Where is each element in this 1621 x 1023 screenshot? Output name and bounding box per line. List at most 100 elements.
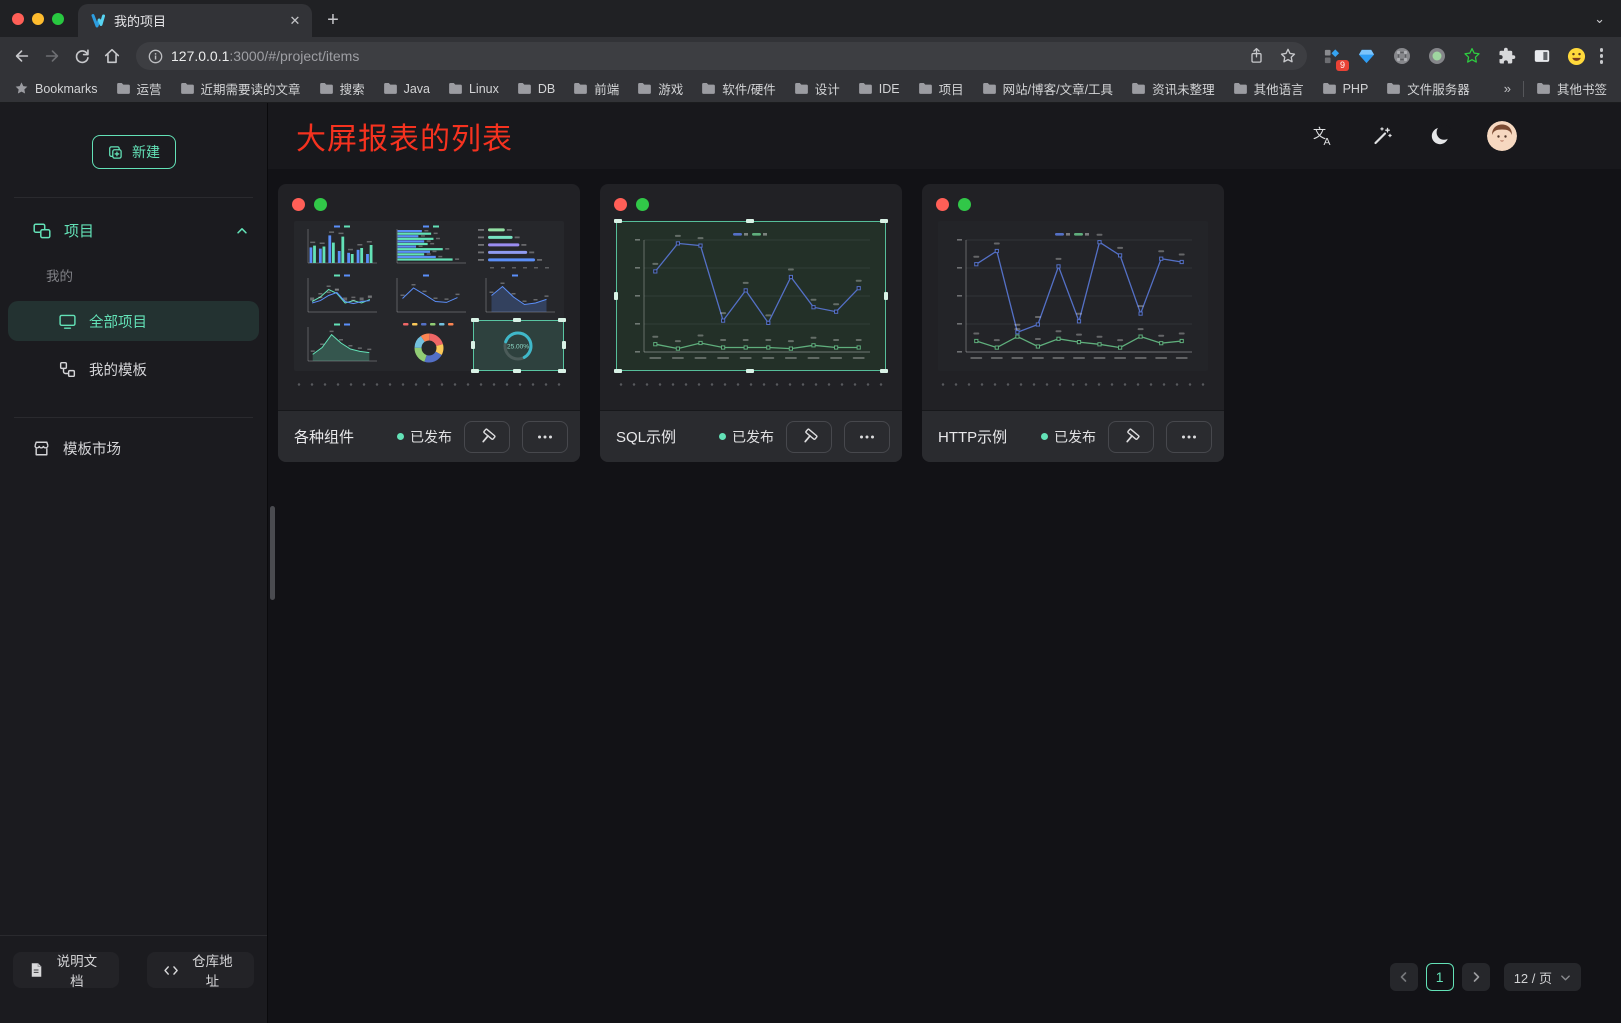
bookmark-folder[interactable]: Linux: [448, 82, 499, 96]
selection-handle[interactable]: [471, 318, 479, 322]
extensions-puzzle-icon[interactable]: [1496, 45, 1518, 67]
bookmark-folder[interactable]: 近期需要读的文章: [180, 79, 301, 98]
bookmark-folder[interactable]: 搜索: [319, 79, 365, 98]
bookmarks-overflow-chevron[interactable]: »: [1504, 81, 1511, 96]
card-preview[interactable]: 25.00%: [294, 221, 564, 371]
theme-wand-button[interactable]: [1371, 125, 1393, 147]
page-size-select[interactable]: 12 / 页: [1504, 963, 1581, 991]
selection-handle[interactable]: [880, 369, 888, 373]
edit-button[interactable]: [786, 421, 832, 453]
more-button[interactable]: [844, 421, 890, 453]
language-button[interactable]: 文 A: [1311, 124, 1335, 148]
bookmark-folder[interactable]: Java: [383, 82, 430, 96]
selection-handle[interactable]: [471, 341, 475, 349]
edit-button[interactable]: [464, 421, 510, 453]
new-project-button[interactable]: 新建: [92, 135, 176, 169]
card-preview[interactable]: [938, 221, 1208, 371]
back-button[interactable]: [8, 42, 36, 70]
bookmark-folder[interactable]: 设计: [794, 79, 840, 98]
page-size-value: 12 / 页: [1514, 968, 1552, 987]
more-button[interactable]: [522, 421, 568, 453]
bookmark-folder[interactable]: 软件/硬件: [701, 79, 775, 98]
next-page-button[interactable]: [1462, 963, 1490, 991]
tab-close-icon[interactable]: ✕: [286, 12, 304, 30]
bookmark-folder[interactable]: 游戏: [637, 79, 683, 98]
address-bar[interactable]: 127.0.0.1:3000/#/project/items: [136, 42, 1307, 70]
record-extension-icon[interactable]: [1426, 45, 1448, 67]
other-bookmarks[interactable]: 其他书签: [1536, 79, 1607, 98]
selection-handle[interactable]: [558, 369, 566, 373]
sidebar-item-all-projects[interactable]: 全部项目: [8, 301, 259, 341]
user-avatar[interactable]: [1487, 121, 1517, 151]
selection-handle[interactable]: [614, 219, 622, 223]
selection-handle[interactable]: [562, 341, 566, 349]
knob-extension-icon[interactable]: [1391, 45, 1413, 67]
selection-handle[interactable]: [884, 292, 888, 300]
bookmark-folder[interactable]: IDE: [858, 82, 900, 96]
bookmark-folder-label: 项目: [939, 79, 964, 98]
sidebar-item-label: 我的模板: [89, 359, 147, 380]
tab-search-chevron-icon[interactable]: ⌄: [1594, 11, 1605, 27]
new-tab-button[interactable]: +: [318, 5, 348, 35]
selection-handle[interactable]: [471, 369, 479, 373]
close-window-button[interactable]: [12, 13, 24, 25]
selection-handle[interactable]: [558, 318, 566, 322]
forward-button[interactable]: [38, 42, 66, 70]
browser-menu-icon[interactable]: [1596, 48, 1612, 64]
star-extension-icon[interactable]: [1461, 45, 1483, 67]
magic-wand-icon: [1371, 125, 1393, 147]
grid-extension-icon[interactable]: 9: [1321, 45, 1343, 67]
bookmark-folder[interactable]: 其他语言: [1233, 79, 1304, 98]
bookmark-folder[interactable]: 项目: [918, 79, 964, 98]
home-button[interactable]: [98, 42, 126, 70]
prev-page-button[interactable]: [1390, 963, 1418, 991]
folder-icon: [982, 82, 997, 95]
omnibox-actions: [1248, 47, 1297, 65]
selection-handle[interactable]: [513, 318, 521, 322]
bookmark-folder[interactable]: DB: [517, 82, 555, 96]
bookmark-folder[interactable]: 网站/博客/文章/工具: [982, 79, 1113, 98]
selection-handle[interactable]: [614, 369, 622, 373]
gem-extension-icon[interactable]: [1356, 45, 1378, 67]
bookmark-folder[interactable]: 文件服务器: [1386, 79, 1470, 98]
card-preview[interactable]: [616, 221, 886, 371]
sidebar-group-projects[interactable]: 项目: [0, 198, 267, 241]
pagination: 1 12 / 页: [1390, 963, 1581, 991]
dark-mode-button[interactable]: [1429, 125, 1451, 147]
bookmark-star-icon[interactable]: [1279, 47, 1297, 65]
repo-button[interactable]: 仓库地址: [147, 952, 254, 988]
zoom-window-button[interactable]: [52, 13, 64, 25]
emoji-extension-icon[interactable]: [1566, 45, 1588, 67]
green-dot-icon: [958, 198, 971, 211]
chevron-up-icon[interactable]: [235, 224, 249, 238]
selection-handle[interactable]: [614, 292, 618, 300]
bookmark-folder-label: IDE: [879, 82, 900, 96]
selection-handle[interactable]: [880, 219, 888, 223]
selection-handle[interactable]: [746, 369, 754, 373]
bookmark-folder[interactable]: PHP: [1322, 82, 1369, 96]
status-badge: 已发布: [719, 427, 774, 447]
bookmark-folder[interactable]: 资讯未整理: [1131, 79, 1215, 98]
folder-icon: [637, 82, 652, 95]
more-button[interactable]: [1166, 421, 1212, 453]
bookmark-folder[interactable]: 前端: [573, 79, 619, 98]
sidebar-item-my-templates[interactable]: 我的模板: [8, 349, 259, 389]
edit-button[interactable]: [1108, 421, 1154, 453]
site-info-icon[interactable]: [148, 49, 163, 64]
selection-handle[interactable]: [513, 369, 521, 373]
bookmarks-root[interactable]: Bookmarks: [14, 81, 98, 96]
sidebar-item-template-market[interactable]: 模板市场: [0, 418, 267, 459]
bookmark-folder-label: PHP: [1343, 82, 1369, 96]
selection-handle[interactable]: [746, 219, 754, 223]
minimize-window-button[interactable]: [32, 13, 44, 25]
goview-app: 新建 项目 我的 全部项目: [0, 103, 1621, 1023]
bookmark-folder[interactable]: 运营: [116, 79, 162, 98]
scrollbar-thumb[interactable]: [270, 506, 275, 600]
browser-tab[interactable]: 我的项目 ✕: [78, 4, 312, 37]
folder-icon: [116, 82, 131, 95]
reload-button[interactable]: [68, 42, 96, 70]
share-icon[interactable]: [1248, 47, 1265, 65]
side-panel-icon[interactable]: [1531, 45, 1553, 67]
current-page-button[interactable]: 1: [1426, 963, 1454, 991]
docs-button[interactable]: 说明文档: [13, 952, 119, 988]
